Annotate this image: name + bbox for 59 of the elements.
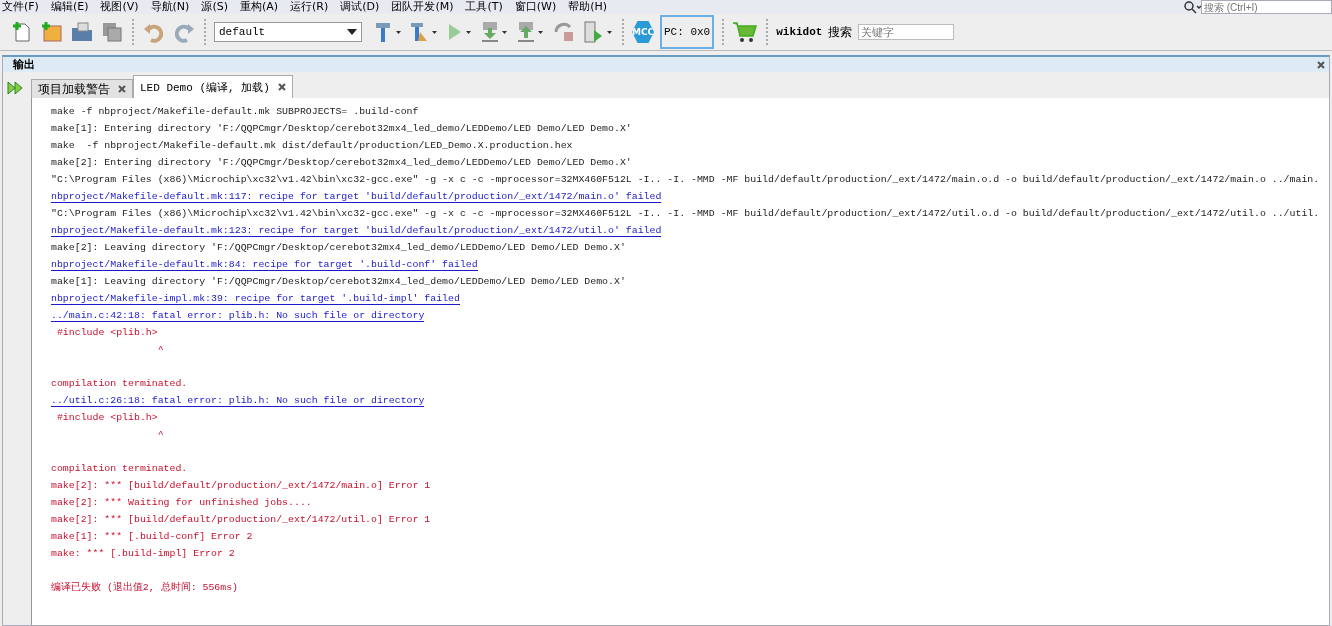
- menu-item[interactable]: 团队开发(M): [391, 1, 454, 13]
- output-line: make[2]: Entering directory 'F:/QQPCmgr/Desktop/cerebot32mx4_led_demo/LEDDemo/LED Demo/LED Demo.X': [51, 157, 632, 168]
- output-line: "C:\Program Files (x86)\Microchip\xc32\v1.42\bin\xc32-gcc.exe" -g -x c -c -mprocessor=32MX460F512L -I.. -I. -MMD -MF build/default/production/_ext/1472/util.o.d -o build/default/production/_ext/1472/util.o ../util.: [51, 208, 1320, 219]
- menu-item[interactable]: 重构(A): [239, 1, 279, 13]
- error-line: 编译已失败 (退出值2, 总时间: 556ms): [51, 582, 239, 593]
- error-line: make[2]: *** [build/default/production/_ext/1472/main.o] Error 1: [51, 480, 431, 491]
- menu-item[interactable]: 窗口(W): [514, 1, 557, 13]
- error-link[interactable]: nbproject/Makefile-default.mk:123: recipe for target 'build/default/production/_ext/1472/util.o' failed: [51, 225, 662, 237]
- error-line: ^: [156, 344, 164, 355]
- download-icon[interactable]: [480, 20, 510, 44]
- program-device-icon[interactable]: [582, 20, 614, 44]
- rerun-icon[interactable]: [7, 80, 23, 96]
- menu-item[interactable]: 编辑(E): [50, 1, 89, 13]
- error-link[interactable]: nbproject/Makefile-impl.mk:39: recipe for target '.build-impl' failed: [51, 293, 460, 305]
- save-all-icon[interactable]: [100, 20, 124, 44]
- menu-item[interactable]: 调试(D): [340, 1, 380, 13]
- output-line: make[1]: Entering directory 'F:/QQPCmgr/Desktop/cerebot32mx4_led_demo/LEDDemo/LED Demo/LED Demo.X': [51, 123, 632, 134]
- output-line: make[1]: Leaving directory 'F:/QQPCmgr/Desktop/cerebot32mx4_led_demo/LEDDemo/LED Demo/LED Demo.X': [51, 276, 626, 287]
- search-label: 搜索: [828, 23, 853, 41]
- output-tab[interactable]: LED Demo (编译, 加载): [133, 75, 293, 98]
- close-icon[interactable]: [118, 85, 126, 93]
- new-project-icon[interactable]: [40, 20, 64, 44]
- cart-icon[interactable]: [732, 20, 759, 44]
- menu-item[interactable]: 视图(V): [100, 1, 139, 13]
- error-line: compilation terminated.: [51, 378, 188, 389]
- error-link[interactable]: nbproject/Makefile-default.mk:117: recipe for target 'build/default/production/_ext/1472/main.o' failed: [51, 191, 662, 203]
- keyword-search-field[interactable]: 关键字: [858, 24, 955, 40]
- close-icon[interactable]: [1317, 60, 1325, 69]
- error-link[interactable]: nbproject/Makefile-default.mk:84: recipe for target '.build-conf' failed: [51, 259, 478, 271]
- error-link[interactable]: ../util.c:26:18: fatal error: plib.h: No such file or directory: [51, 395, 425, 407]
- wikidot-label: wikidot: [776, 26, 823, 38]
- global-search-field[interactable]: 搜索 (Ctrl+I): [1201, 0, 1332, 14]
- caret-icon: [347, 29, 357, 35]
- menu-item[interactable]: 工具(T): [465, 1, 503, 13]
- error-line: make[2]: *** Waiting for unfinished jobs....: [51, 497, 312, 508]
- error-line: compilation terminated.: [51, 463, 188, 474]
- error-line: make[1]: *** [.build-conf] Error 2: [51, 531, 253, 542]
- close-icon[interactable]: [277, 83, 286, 91]
- error-line: make: *** [.build-impl] Error 2: [51, 548, 235, 559]
- pc-display: PC: 0x0: [660, 15, 715, 49]
- output-line: "C:\Program Files (x86)\Microchip\xc32\v1.42\bin\xc32-gcc.exe" -g -x c -c -mprocessor=32MX460F512L -I.. -I. -MMD -MF build/default/production/_ext/1472/main.o.d -o build/default/production/_ext/1472/main.o ../main.: [51, 174, 1320, 185]
- error-line: #include <plib.h>: [55, 412, 158, 423]
- output-tab[interactable]: 项目加载警告: [31, 79, 133, 98]
- output-line: make -f nbproject/Makefile-default.mk dist/default/production/LED_Demo.X.production.hex: [51, 140, 573, 151]
- error-line: #include <plib.h>: [55, 327, 158, 338]
- menu-item[interactable]: 帮助(H): [568, 1, 608, 13]
- output-line: make[2]: Leaving directory 'F:/QQPCmgr/Desktop/cerebot32mx4_led_demo/LEDDemo/LED Demo/LED Demo.X': [51, 242, 626, 253]
- output-line: make -f nbproject/Makefile-default.mk SUBPROJECTS= .build-conf: [51, 106, 419, 117]
- upload-icon[interactable]: [516, 20, 546, 44]
- error-link[interactable]: ../main.c:42:18: fatal error: plib.h: No such file or directory: [51, 310, 425, 322]
- configuration-dropdown[interactable]: default: [214, 22, 362, 42]
- folder-icon[interactable]: [70, 20, 94, 44]
- panel-title: 输出: [13, 57, 35, 72]
- menu-item[interactable]: 文件(F): [2, 1, 39, 13]
- error-line: ^: [156, 429, 164, 440]
- menu-item[interactable]: 导航(N): [150, 1, 190, 13]
- menu-item[interactable]: 源(S): [201, 1, 228, 13]
- menu-item[interactable]: 运行(R): [290, 1, 329, 13]
- error-line: make[2]: *** [build/default/production/_ext/1472/util.o] Error 1: [51, 514, 431, 525]
